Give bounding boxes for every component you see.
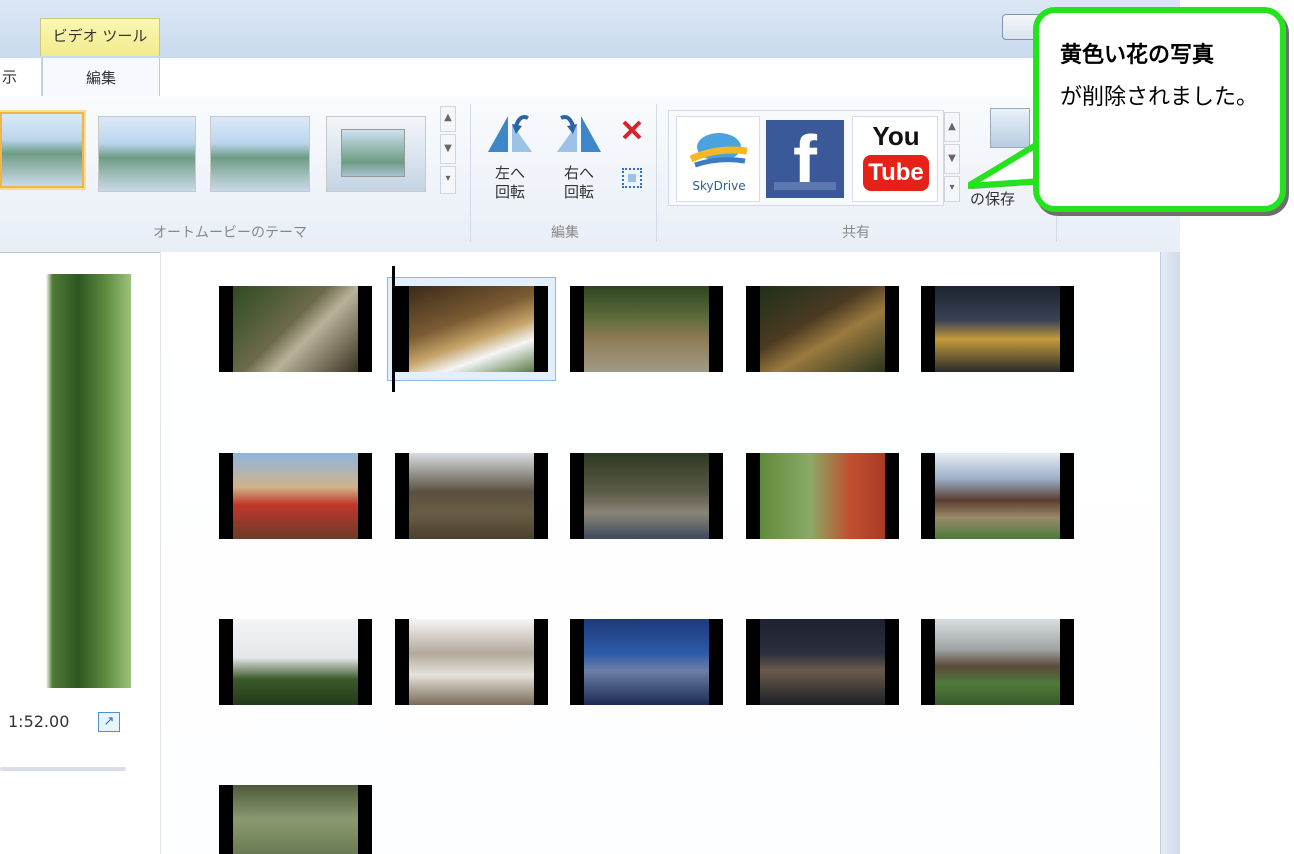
themes-scroll-down-button[interactable]: ▼ [440, 134, 456, 164]
themes-more-button[interactable]: ▾ [440, 166, 456, 194]
rotate-left-button[interactable]: 左へ 回転 [486, 164, 534, 202]
photo-thumbnail[interactable] [219, 785, 372, 854]
preview-image [0, 274, 131, 688]
youtube-button[interactable]: You Tube [852, 116, 938, 202]
photo-thumbnail[interactable] [921, 286, 1074, 372]
rotate-right-label-1: 右へ [563, 164, 594, 182]
rotate-left-icon [486, 110, 534, 156]
youtube-you-label: You [872, 121, 920, 151]
photo-thumbnail[interactable] [219, 286, 372, 372]
callout-title: 黄色い花の写真 [1060, 43, 1215, 68]
photo-thumbnail[interactable] [395, 453, 548, 539]
skydrive-label: SkyDrive [692, 179, 746, 193]
share-scroll-down-button[interactable]: ▼ [944, 144, 960, 174]
rotate-left-label-1: 左へ [494, 164, 525, 182]
photo-thumbnail[interactable] [746, 286, 899, 372]
remove-x-icon[interactable] [620, 118, 644, 142]
theme-thumbnail[interactable] [326, 116, 426, 192]
photo-thumbnail[interactable] [570, 453, 723, 539]
facebook-icon: f [793, 122, 817, 202]
tab-edit[interactable]: 編集 [42, 58, 160, 97]
insertion-cursor [392, 266, 395, 392]
photo-thumbnail[interactable] [570, 286, 723, 372]
share-group-label: 共有 [842, 225, 870, 241]
facebook-button[interactable]: f [766, 120, 844, 202]
rotate-right-icon [555, 110, 603, 156]
youtube-tube-label: Tube [863, 155, 929, 191]
photo-thumbnail[interactable] [921, 619, 1074, 705]
share-scroll-up-button[interactable]: ▲ [944, 112, 960, 142]
group-separator [656, 104, 657, 242]
theme-thumbnail[interactable] [98, 116, 196, 192]
group-separator [470, 104, 471, 242]
ribbon-tab-row [0, 58, 1180, 97]
video-tools-contextual-tab: ビデオ ツール [40, 18, 160, 56]
seek-bar[interactable] [0, 767, 126, 771]
rotate-right-label-2: 回転 [563, 183, 594, 201]
callout-tail-joint [1040, 150, 1070, 180]
vertical-scrollbar[interactable] [1160, 252, 1181, 854]
callout-message: が削除されました。 [1060, 85, 1259, 110]
themes-group-label: オートムービーのテーマ [153, 225, 307, 241]
photo-thumbnail[interactable] [921, 453, 1074, 539]
photo-thumbnail[interactable] [395, 619, 548, 705]
photo-thumbnail[interactable] [746, 453, 899, 539]
select-all-icon[interactable] [622, 168, 642, 188]
theme-thumbnail-selected[interactable] [0, 112, 84, 188]
theme-thumbnail[interactable] [210, 116, 310, 192]
photo-thumbnail[interactable] [219, 619, 372, 705]
fullscreen-preview-icon[interactable]: ↗ [98, 712, 120, 732]
photo-thumbnail[interactable] [219, 453, 372, 539]
themes-scroll-up-button[interactable]: ▲ [440, 106, 456, 132]
rotate-left-label-2: 回転 [494, 183, 525, 201]
preview-time: 1:52.00 [8, 712, 70, 731]
rotate-right-button[interactable]: 右へ 回転 [555, 164, 603, 202]
edit-group-label: 編集 [551, 225, 579, 241]
photo-thumbnail[interactable] [570, 619, 723, 705]
photo-thumbnail[interactable] [395, 286, 548, 372]
share-more-button[interactable]: ▾ [944, 176, 960, 202]
photo-thumbnail[interactable] [746, 619, 899, 705]
skydrive-button[interactable]: SkyDrive [676, 116, 760, 202]
tab-view[interactable]: 示 [0, 58, 42, 96]
